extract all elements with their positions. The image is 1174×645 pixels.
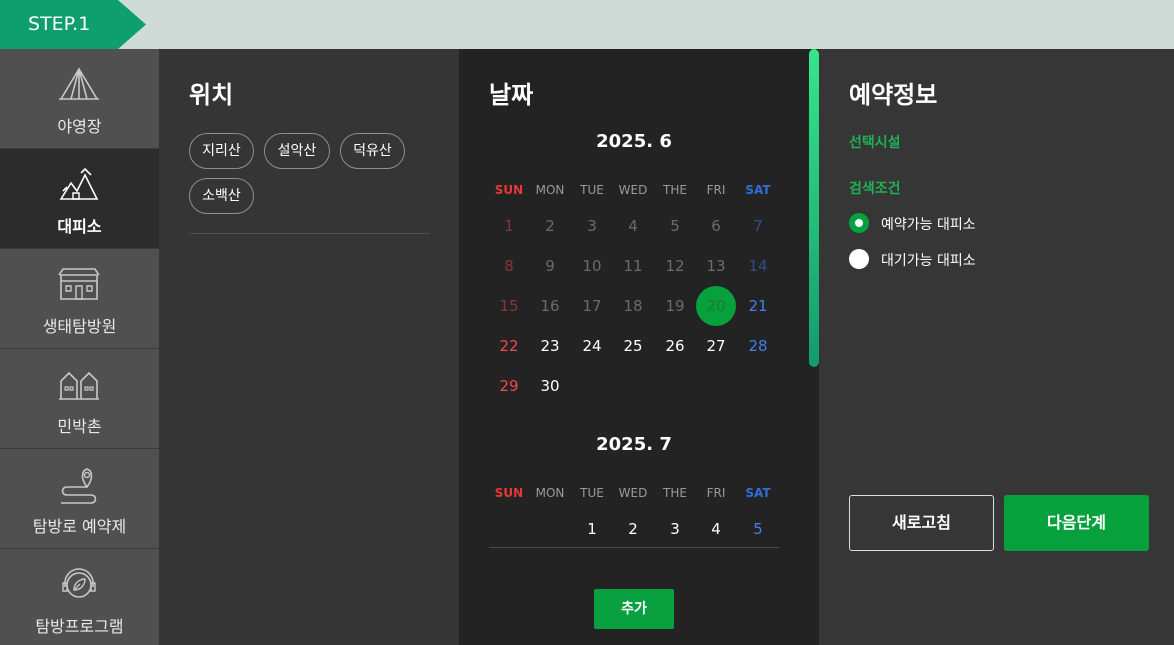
calendar-day: 13 [706,257,726,275]
sidebar: 야영장 대피소 생태탐방원 민박촌 탐방로 예약제 탐방프로그램 [0,49,159,645]
calendar-day[interactable]: 1 [572,509,612,549]
location-title: 위치 [189,81,234,109]
radio-available-shelter[interactable] [849,213,869,233]
add-button[interactable]: 추가 [594,589,674,629]
calendar-day: 9 [545,257,555,275]
headset-leaf-icon [62,568,96,598]
calendar-day[interactable]: 30 [530,366,570,406]
reservation-panel: 예약정보 선택시설 검색조건 예약가능 대피소 대기가능 대피소 새로고침 다음… [819,49,1174,645]
calendar-day[interactable]: 26 [655,326,695,366]
weekday-header: SUN [494,183,524,197]
shelter-icon [59,167,99,200]
weekday-header: MON [535,183,565,197]
sidebar-item-minbak[interactable]: 민박촌 [0,349,159,449]
calendar-day[interactable]: 27 [696,326,736,366]
calendar-day: 6 [711,217,721,235]
date-title: 날짜 [489,81,534,109]
radio-waitlist-shelter-label: 대기가능 대피소 [881,253,976,269]
weekday-header: FRI [706,183,726,197]
weekday-header: SAT [745,183,771,197]
sidebar-item-eco-center[interactable]: 생태탐방원 [0,249,159,349]
weekday-header: SAT [745,486,771,500]
month-title: 2025. 7 [596,434,672,455]
sidebar-item-label: 대피소 [57,217,102,236]
sidebar-item-trail-program[interactable]: 탐방프로그램 [0,549,159,645]
search-condition-label: 검색조건 [849,181,901,197]
sidebar-item-label: 탐방로 예약제 [32,517,127,536]
sidebar-item-label: 야영장 [57,117,102,136]
calendar-day[interactable]: 4 [696,509,736,549]
sidebar-item-label: 생태탐방원 [42,317,117,336]
calendar-day: 17 [582,297,602,315]
weekday-header: TUE [580,183,604,197]
sidebar-item-campsite[interactable]: 야영장 [0,49,159,149]
calendar-day[interactable]: 5 [738,509,778,549]
reservation-title: 예약정보 [849,81,938,109]
weekday-header: SUN [494,486,524,500]
location-chip-sobaeksan[interactable]: 소백산 [189,178,254,214]
calendar-day[interactable]: 23 [530,326,570,366]
radio-waitlist-shelter[interactable] [849,249,869,269]
location-chip-deogyusan[interactable]: 덕유산 [340,133,405,169]
radio-available-shelter-label: 예약가능 대피소 [881,217,976,233]
location-panel: 위치 지리산 설악산 덕유산 소백산 [159,49,459,645]
tent-icon [59,67,99,100]
calendar-day: 19 [665,297,685,315]
sidebar-item-trail-reservation[interactable]: 탐방로 예약제 [0,449,159,549]
calendar-day[interactable]: 3 [655,509,695,549]
calendar-day: 2 [545,217,555,235]
location-chip-seoraksan[interactable]: 설악산 [264,133,330,169]
calendar-day[interactable]: 29 [489,366,529,406]
calendar-day-today[interactable]: 20 [696,286,736,326]
weekday-header: THE [663,486,687,500]
top-bar: STEP.1 [0,0,1174,49]
calendar-day: 14 [748,257,768,275]
weekday-header: WED [618,486,648,500]
calendar-day[interactable]: 2 [613,509,653,549]
selected-facility-label: 선택시설 [849,135,901,151]
weekday-header: WED [618,183,648,197]
calendar-day: 18 [623,297,643,315]
month-title: 2025. 6 [596,131,672,152]
calendar-day: 11 [623,257,643,275]
calendar-divider [489,547,779,548]
refresh-button[interactable]: 새로고침 [849,495,994,551]
houses-icon [59,371,99,400]
weekday-header: TUE [580,486,604,500]
calendar-scrollbar[interactable] [809,49,819,367]
calendar-day: 8 [504,257,514,275]
calendar-day: 3 [587,217,597,235]
calendar-day: 10 [582,257,602,275]
location-chip-jirisan[interactable]: 지리산 [189,133,254,169]
trail-pin-icon [61,468,97,504]
weekday-header: MON [535,486,565,500]
calendar-day[interactable]: 24 [572,326,612,366]
calendar-day: 5 [670,217,680,235]
calendar-day: 1 [504,217,514,235]
calendar-day: 12 [665,257,685,275]
weekday-header: FRI [706,486,726,500]
date-panel: 날짜 2025. 6 SUN MON TUE WED THE FRI SAT 1 2 3 4 5 6 7 8 9… [459,49,819,645]
calendar-day: 4 [628,217,638,235]
calendar-day[interactable]: 21 [738,286,778,326]
step-badge: STEP.1 [0,0,146,49]
calendar-day: 7 [753,217,763,235]
calendar-day[interactable]: 28 [738,326,778,366]
next-step-button[interactable]: 다음단계 [1004,495,1149,551]
sidebar-item-shelter[interactable]: 대피소 [0,149,159,249]
calendar-day: 15 [499,297,519,315]
building-icon [58,268,100,300]
sidebar-item-label: 민박촌 [57,417,102,436]
sidebar-item-label: 탐방프로그램 [35,617,124,636]
calendar-day: 16 [540,297,560,315]
location-divider [189,233,429,234]
calendar-day[interactable]: 25 [613,326,653,366]
calendar-day[interactable]: 22 [489,326,529,366]
weekday-header: THE [663,183,687,197]
